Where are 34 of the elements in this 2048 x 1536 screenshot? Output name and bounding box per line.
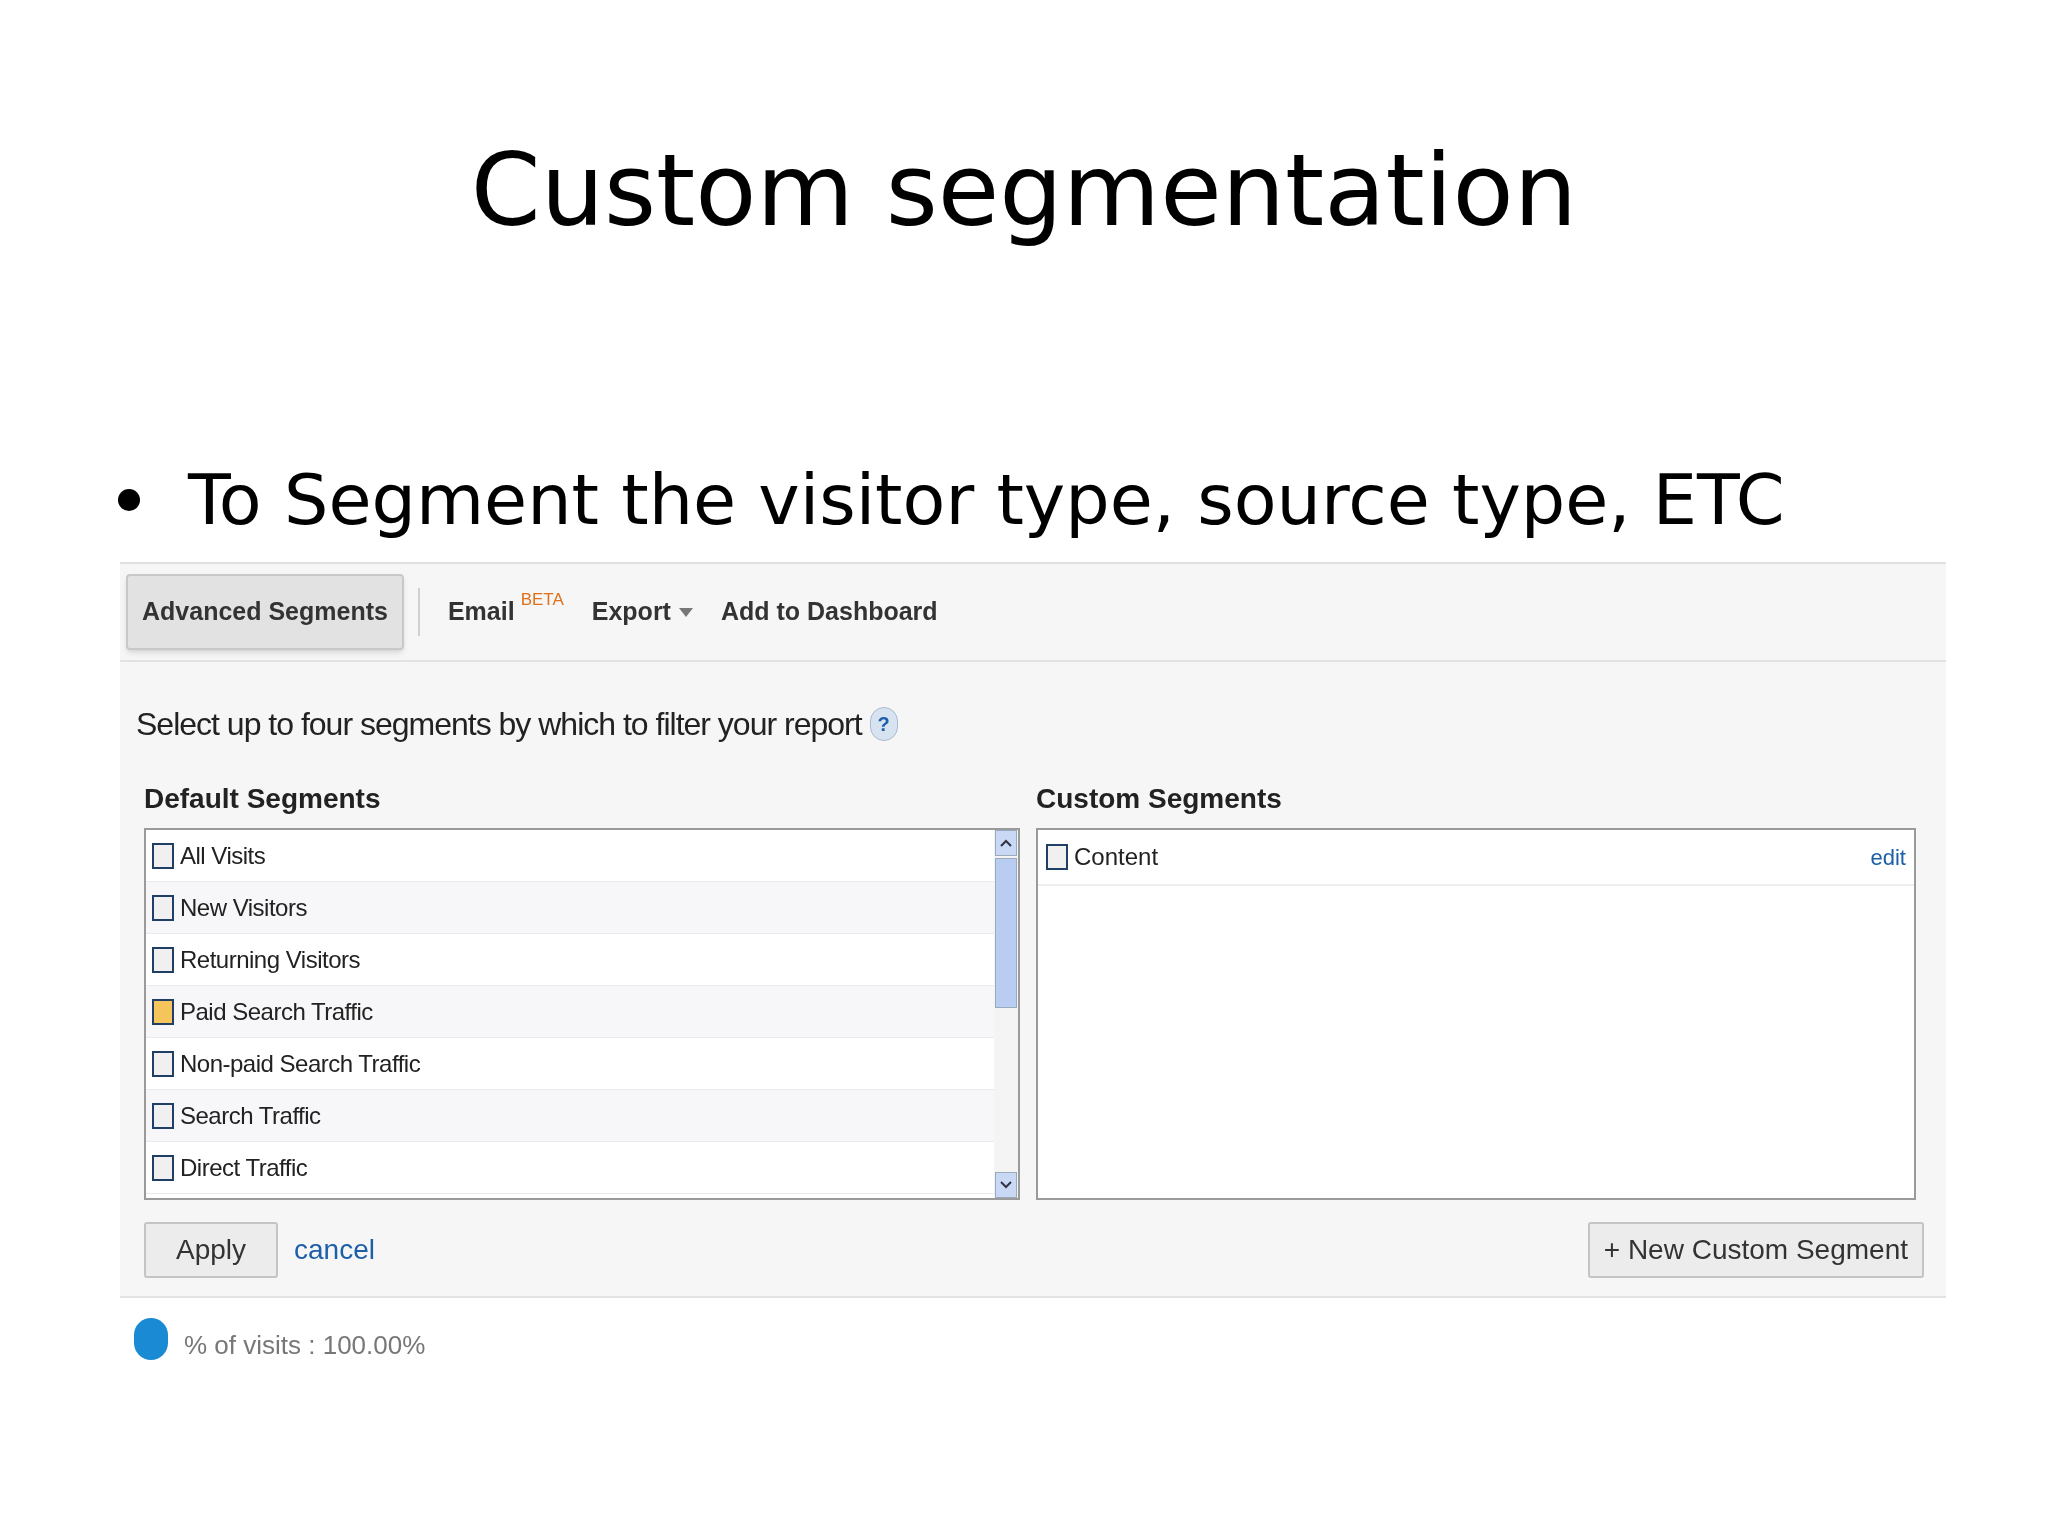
- scroll-thumb[interactable]: [995, 858, 1017, 1008]
- new-custom-segment-button[interactable]: + New Custom Segment: [1587, 1222, 1924, 1278]
- toolbar-link[interactable]: Email: [447, 593, 515, 631]
- help-icon[interactable]: ?: [869, 707, 898, 741]
- checkbox[interactable]: [152, 842, 174, 869]
- section-heading: Custom Segments: [1036, 782, 1283, 816]
- checkbox[interactable]: [152, 946, 174, 973]
- advanced-segments-button[interactable]: Advanced Segments: [126, 574, 404, 650]
- segment-row[interactable]: New Visitors: [146, 882, 994, 934]
- checkbox[interactable]: [1046, 844, 1068, 870]
- scroll-up-icon[interactable]: [995, 830, 1017, 856]
- section-heading: Default Segments: [144, 782, 382, 816]
- export-menu[interactable]: Export: [591, 593, 693, 631]
- bullet-icon: [118, 489, 140, 511]
- cancel-link[interactable]: cancel: [294, 1229, 375, 1271]
- visits-percentage: % of visits : 100.00%: [184, 1329, 426, 1362]
- edit-link[interactable]: edit: [1870, 840, 1906, 874]
- checkbox[interactable]: [152, 894, 174, 921]
- checkbox[interactable]: [152, 1102, 174, 1129]
- toolbar-link[interactable]: Add to Dashboard: [720, 593, 938, 631]
- segment-row[interactable]: Search Traffic: [146, 1090, 994, 1142]
- segment-label: Content: [1074, 842, 1159, 872]
- caret-icon: [678, 607, 693, 617]
- apply-button[interactable]: Apply: [144, 1222, 279, 1278]
- checkbox[interactable]: [152, 1050, 174, 1077]
- bullet-text: To Segment the visitor type, source type, ETC: [188, 458, 1785, 542]
- checkbox[interactable]: [152, 998, 174, 1025]
- segment-row[interactable]: Paid Search Traffic: [146, 986, 994, 1038]
- instruction-text: Select up to four segments by which to filter your report: [136, 705, 862, 744]
- scrollbar[interactable]: [994, 830, 1018, 1198]
- beta-label: BETA: [520, 589, 564, 612]
- checkbox[interactable]: [152, 1154, 174, 1181]
- slide-title: Custom segmentation: [469, 131, 1579, 251]
- scroll-down-icon[interactable]: [995, 1172, 1017, 1198]
